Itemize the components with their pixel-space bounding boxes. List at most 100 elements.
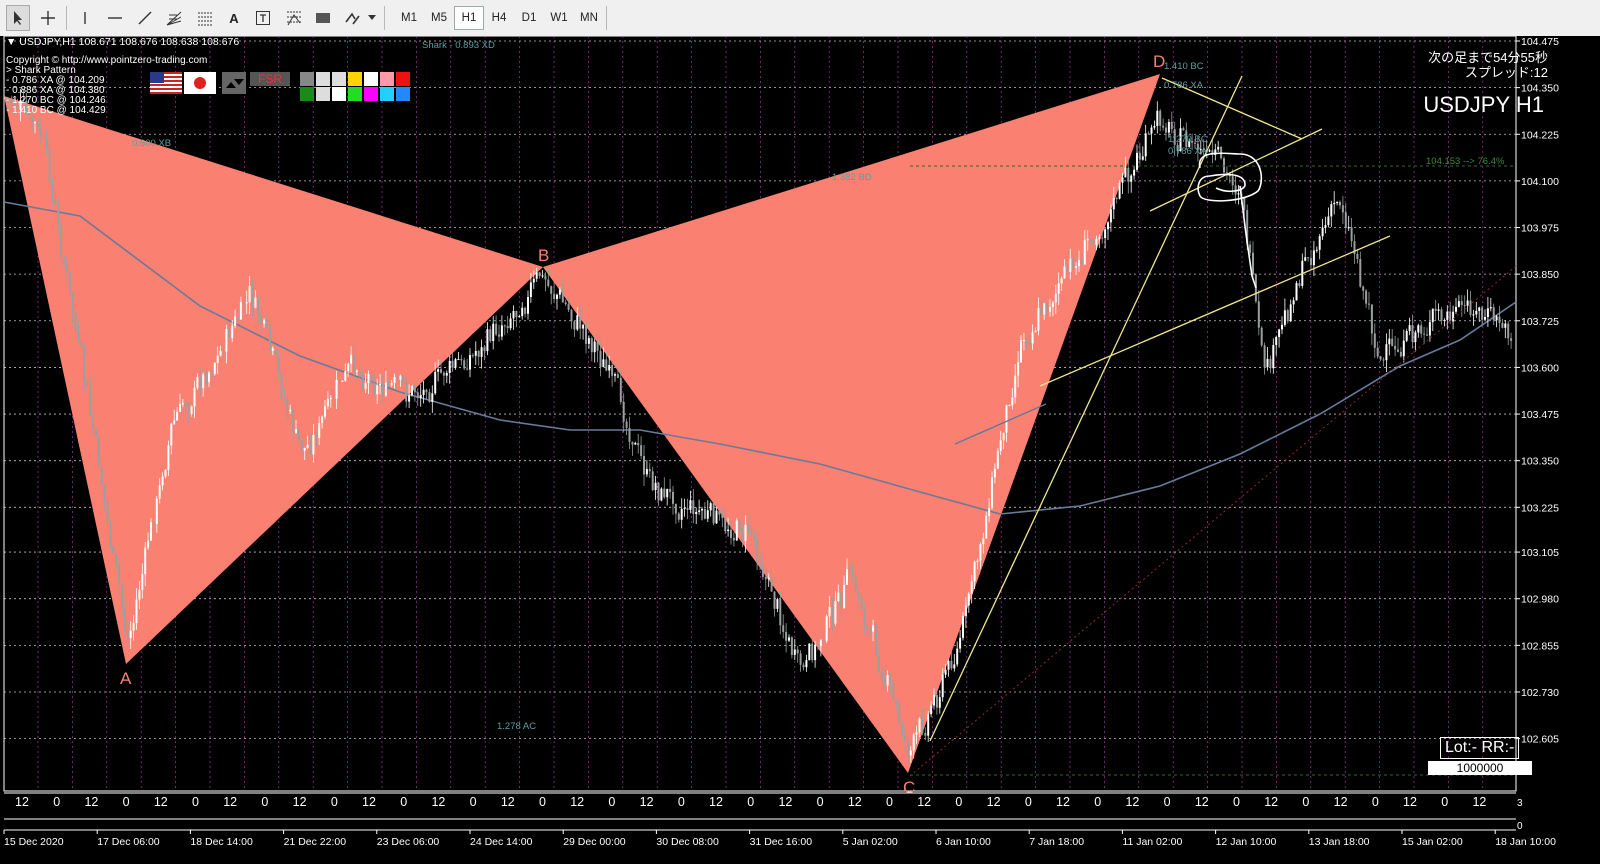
candle-body [753,534,756,539]
candle-body [355,370,358,372]
candle-body [993,468,996,478]
hour-label: 0 [608,795,615,809]
date-label: 18 Jan 10:00 [1495,836,1556,848]
fsr-button[interactable]: FSR [250,72,290,86]
candle-body [321,416,324,424]
candle-body [561,289,564,303]
candle-body [605,359,608,371]
candle-body [1153,125,1156,128]
candle-body [31,115,34,123]
tab-m5[interactable]: M5 [424,6,454,30]
candle-body [228,328,231,339]
candle-body [964,605,967,617]
candle-body [782,625,785,632]
candle-body [1046,303,1049,312]
candle-body [1133,169,1136,176]
cursor-icon[interactable] [6,5,30,31]
candle-body [63,257,65,265]
rectangle-icon[interactable] [312,5,334,31]
candle-body [657,482,660,501]
candle-body [1460,301,1463,305]
candle-body [1397,349,1399,352]
candle-body [208,372,210,383]
candle-body [611,365,614,376]
candle-body [846,569,848,585]
candle-body [1107,222,1109,230]
vertical-line-icon[interactable] [74,5,96,31]
candle-body [886,675,889,686]
candle-body [663,488,666,498]
candle-body [1078,260,1080,267]
jp-flag-icon[interactable] [184,72,216,94]
lot-rr-button[interactable]: Lot:- RR:- [1440,737,1520,759]
candle-body [1307,257,1310,259]
candle-body [529,282,532,298]
candle-body [358,370,361,375]
candle-body [1130,175,1133,182]
candle-body [1341,205,1344,213]
trendline-icon[interactable] [134,5,156,31]
chart-canvas[interactable]: ABCDShark - 0.893 XD0.600 XB1.382 BD1.27… [0,36,1600,864]
candle-body [1263,345,1266,368]
arrows-icon[interactable] [342,5,364,31]
tab-mn[interactable]: MN [574,6,604,30]
candle-body [1457,301,1460,307]
candle-body [36,122,39,127]
candle-body [883,678,886,686]
candle-body [1028,340,1031,344]
candle-body [402,375,405,383]
horizontal-line-icon[interactable] [104,5,126,31]
candle-body [231,325,234,339]
candle-body [361,374,364,390]
candle-body [724,517,727,532]
lot-value-field[interactable]: 1000000 [1428,761,1532,775]
price-chart[interactable]: A B C D Shark - 0.893 XD 0.600 XB 1.382 BD 1.27… [0,36,1600,864]
candle-body [437,369,440,372]
candle-body [924,732,927,736]
candle-body [1498,316,1501,323]
candle-body [582,324,585,329]
color-palette[interactable] [300,72,420,102]
candle-body [1269,358,1272,369]
candle-body [251,285,254,308]
candle-body [825,616,828,641]
candle-body [596,341,599,351]
candle-body [880,671,883,679]
candle-body [953,664,956,669]
price-label: 102.855 [1521,640,1559,652]
candle-body [77,332,80,342]
timeframe-switch-icon[interactable] [222,72,246,94]
tab-m1[interactable]: M1 [394,6,424,30]
text-icon[interactable]: A [224,5,244,31]
candle-body [669,488,672,492]
tab-w1[interactable]: W1 [544,6,574,30]
candle-body [1031,332,1034,344]
candle-body [683,508,686,510]
dropdown-icon[interactable] [366,5,378,31]
fibonacci-retracement-icon[interactable] [194,5,216,31]
candle-body [48,147,51,183]
candle-body [715,510,718,524]
fibonacci-extension-icon[interactable] [282,5,306,31]
candle-body [660,488,663,501]
candle-body [1321,227,1324,237]
tab-h1[interactable]: H1 [454,6,484,30]
crosshair-icon[interactable] [36,5,60,31]
text-label-icon[interactable] [252,5,274,31]
hour-label: 0 [192,795,199,809]
hour-label: 0 [331,795,338,809]
candle-body [286,399,289,412]
candle-body [471,355,474,357]
candle-body [257,297,260,315]
tab-d1[interactable]: D1 [514,6,544,30]
candle-body [489,329,492,341]
tab-h4[interactable]: H4 [484,6,514,30]
candle-body [312,434,315,455]
fibonacci-fan-icon[interactable] [162,5,186,31]
candle-body [1359,259,1362,287]
candle-body [576,315,579,330]
candle-body [350,354,353,364]
candle-body [1373,333,1376,348]
candle-body [347,363,350,371]
candle-body [875,624,877,656]
